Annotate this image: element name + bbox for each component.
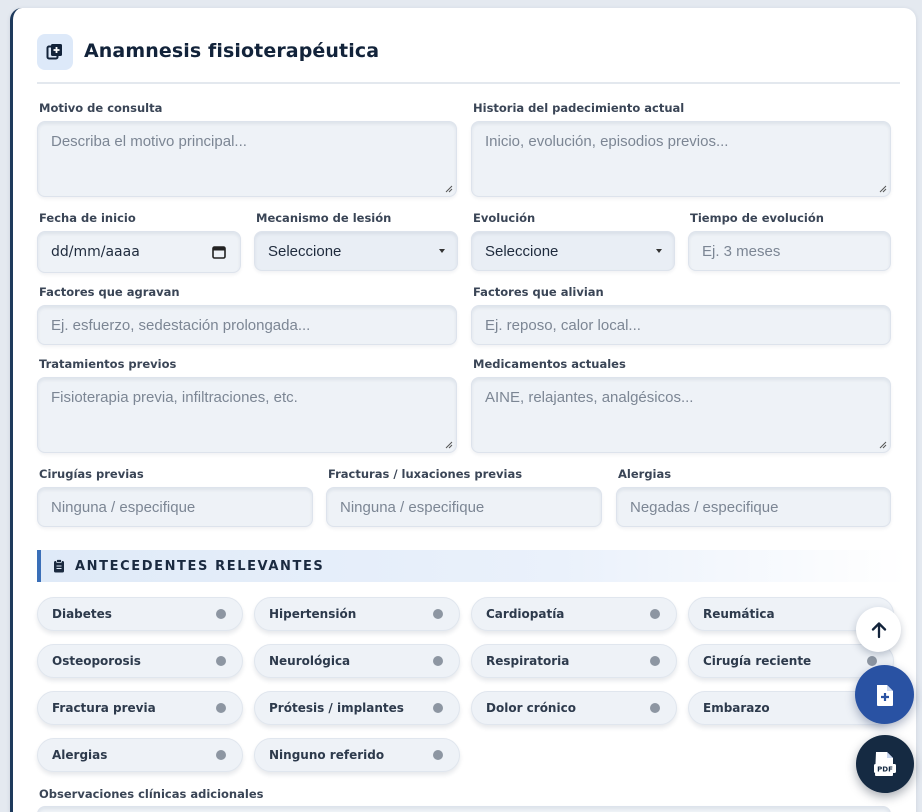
evolucion-select[interactable]: Seleccione	[471, 231, 675, 271]
tratamientos-textarea[interactable]: Fisioterapia previa, infiltraciones, etc…	[37, 377, 457, 453]
chip-label: Hipertensión	[269, 607, 357, 621]
agravan-input[interactable]: Ej. esfuerzo, sedestación prolongada...	[37, 305, 457, 345]
toggle-dot-icon	[650, 609, 660, 619]
chip-label: Dolor crónico	[486, 701, 576, 715]
medicamentos-label: Medicamentos actuales	[473, 357, 626, 371]
fracturas-label: Fracturas / luxaciones previas	[328, 467, 523, 481]
chip-label: Osteoporosis	[52, 654, 141, 668]
chip-osteoporosis[interactable]: Osteoporosis	[37, 644, 243, 678]
mecanismo-value: Seleccione	[268, 242, 342, 260]
chip-label: Fractura previa	[52, 701, 156, 715]
resize-handle-icon[interactable]	[444, 440, 453, 449]
toggle-dot-icon	[433, 703, 443, 713]
toggle-dot-icon	[433, 750, 443, 760]
calendar-icon[interactable]	[212, 245, 226, 259]
chip-neurologica[interactable]: Neurológica	[254, 644, 460, 678]
add-file-button[interactable]	[855, 665, 914, 724]
tiempo-input[interactable]: Ej. 3 meses	[688, 231, 891, 271]
scroll-top-button[interactable]	[856, 607, 901, 652]
resize-handle-icon[interactable]	[878, 184, 887, 193]
chip-label: Embarazo	[703, 701, 770, 715]
page-title: Anamnesis fisioterapéutica	[84, 40, 380, 62]
fecha-label: Fecha de inicio	[39, 211, 136, 225]
card-header: Anamnesis fisioterapéutica	[37, 34, 900, 84]
cirugias-label: Cirugías previas	[39, 467, 144, 481]
chip-label: Neurológica	[269, 654, 351, 668]
tratamientos-label: Tratamientos previos	[39, 357, 177, 371]
tratamientos-placeholder: Fisioterapia previa, infiltraciones, etc…	[51, 389, 298, 406]
agravan-placeholder: Ej. esfuerzo, sedestación prolongada...	[51, 316, 311, 334]
motivo-textarea[interactable]: Describa el motivo principal...	[37, 121, 457, 197]
chip-protesis[interactable]: Prótesis / implantes	[254, 691, 460, 725]
historia-textarea[interactable]: Inicio, evolución, episodios previos...	[471, 121, 891, 197]
pdf-file-icon: PDF	[874, 752, 896, 776]
resize-handle-icon[interactable]	[444, 184, 453, 193]
cirugias-input[interactable]: Ninguna / especifique	[37, 487, 313, 527]
alergias-label: Alergias	[618, 467, 672, 481]
chip-cardiopatia[interactable]: Cardiopatía	[471, 597, 677, 631]
chip-hipertension[interactable]: Hipertensión	[254, 597, 460, 631]
fracturas-input[interactable]: Ninguna / especifique	[326, 487, 602, 527]
agravan-label: Factores que agravan	[39, 285, 180, 299]
toggle-dot-icon	[216, 656, 226, 666]
toggle-dot-icon	[867, 656, 877, 666]
evolucion-value: Seleccione	[485, 242, 559, 260]
tiempo-label: Tiempo de evolución	[690, 211, 824, 225]
toggle-dot-icon	[216, 750, 226, 760]
chevron-down-icon	[439, 249, 445, 253]
mecanismo-label: Mecanismo de lesión	[256, 211, 392, 225]
toggle-dot-icon	[650, 656, 660, 666]
fracturas-placeholder: Ninguna / especifique	[340, 498, 485, 516]
toggle-dot-icon	[216, 703, 226, 713]
svg-text:PDF: PDF	[877, 766, 893, 774]
export-pdf-button[interactable]: PDF	[856, 735, 914, 793]
add-file-icon	[876, 684, 893, 706]
clipboard-icon	[54, 559, 64, 573]
observaciones-textarea[interactable]	[37, 806, 891, 812]
historia-label: Historia del padecimiento actual	[473, 101, 685, 115]
chip-label: Cirugía reciente	[703, 654, 812, 668]
resize-handle-icon[interactable]	[878, 440, 887, 449]
fecha-input[interactable]: dd/mm/aaaa	[37, 231, 241, 273]
chip-fractura-previa[interactable]: Fractura previa	[37, 691, 243, 725]
motivo-label: Motivo de consulta	[39, 101, 163, 115]
alergias-input[interactable]: Negadas / especifique	[616, 487, 891, 527]
arrow-up-icon	[871, 621, 886, 638]
chip-respiratoria[interactable]: Respiratoria	[471, 644, 677, 678]
antecedentes-section-header: ANTECEDENTES RELEVANTES	[37, 550, 907, 582]
mecanismo-select[interactable]: Seleccione	[254, 231, 458, 271]
chip-dolor-cronico[interactable]: Dolor crónico	[471, 691, 677, 725]
chip-label: Alergias	[52, 748, 108, 762]
chip-label: Prótesis / implantes	[269, 701, 404, 715]
medicamentos-placeholder: AINE, relajantes, analgésicos...	[485, 389, 694, 406]
chip-ninguno[interactable]: Ninguno referido	[254, 738, 460, 772]
cirugias-placeholder: Ninguna / especifique	[51, 498, 196, 516]
chip-alergias[interactable]: Alergias	[37, 738, 243, 772]
alivian-label: Factores que alivian	[473, 285, 604, 299]
chip-label: Respiratoria	[486, 654, 570, 668]
alivian-placeholder: Ej. reposo, calor local...	[485, 316, 641, 334]
medicamentos-textarea[interactable]: AINE, relajantes, analgésicos...	[471, 377, 891, 453]
chip-label: Cardiopatía	[486, 607, 565, 621]
evolucion-label: Evolución	[473, 211, 536, 225]
add-document-icon	[37, 34, 73, 70]
toggle-dot-icon	[433, 656, 443, 666]
chevron-down-icon	[656, 249, 662, 253]
section-title: ANTECEDENTES RELEVANTES	[75, 559, 325, 574]
alergias-placeholder: Negadas / especifique	[630, 498, 779, 516]
alivian-input[interactable]: Ej. reposo, calor local...	[471, 305, 891, 345]
toggle-dot-icon	[650, 703, 660, 713]
chip-label: Reumática	[703, 607, 775, 621]
toggle-dot-icon	[216, 609, 226, 619]
tiempo-placeholder: Ej. 3 meses	[702, 242, 781, 260]
chip-diabetes[interactable]: Diabetes	[37, 597, 243, 631]
motivo-placeholder: Describa el motivo principal...	[51, 133, 247, 150]
fecha-value: dd/mm/aaaa	[51, 244, 140, 260]
toggle-dot-icon	[433, 609, 443, 619]
historia-placeholder: Inicio, evolución, episodios previos...	[485, 133, 729, 150]
chip-label: Ninguno referido	[269, 748, 385, 762]
observaciones-label: Observaciones clínicas adicionales	[39, 787, 264, 801]
anamnesis-card: Anamnesis fisioterapéutica Motivo de con…	[10, 8, 916, 812]
chip-label: Diabetes	[52, 607, 112, 621]
